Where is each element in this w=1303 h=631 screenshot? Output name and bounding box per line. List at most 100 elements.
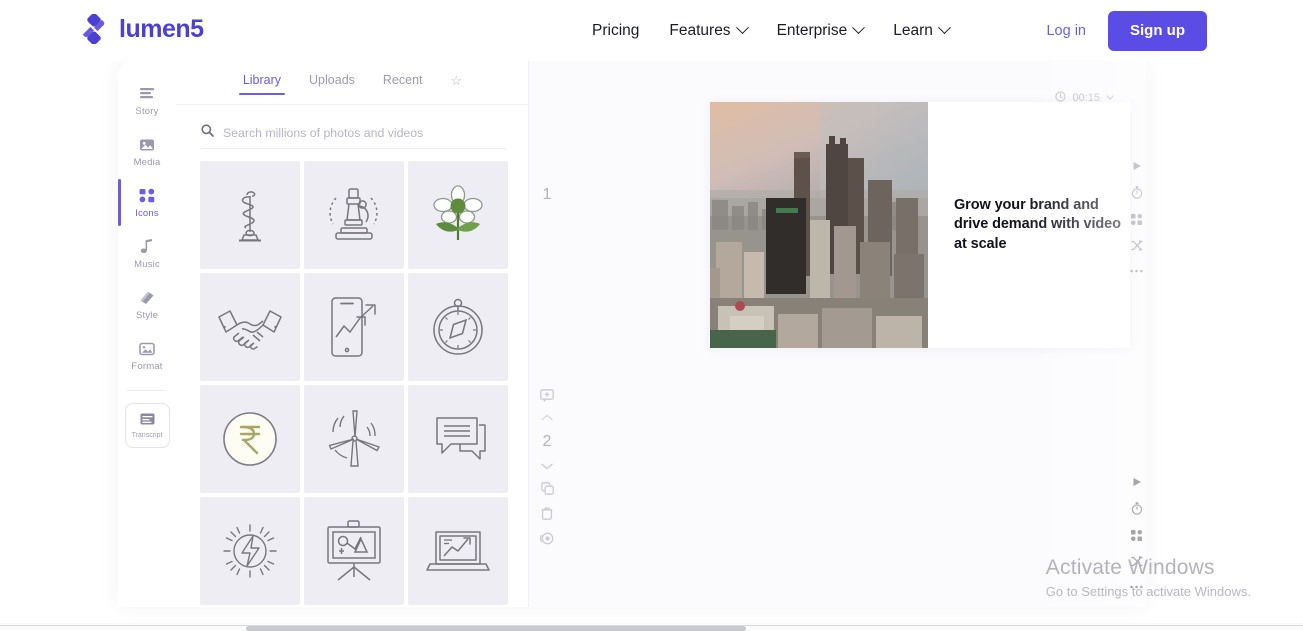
library-search-row (201, 117, 506, 149)
scene-1-preview-button[interactable]: Preview (1130, 160, 1146, 172)
swap-design-icon (1130, 529, 1143, 541)
icon-tile-chat-bubbles[interactable] (408, 385, 508, 493)
sidebar-item-style[interactable]: Style (118, 279, 176, 330)
sidebar-label-style: Style (135, 309, 159, 321)
signup-button[interactable]: Sign up (1108, 10, 1207, 51)
transcript-label: Transcript (131, 432, 163, 439)
sidebar-item-media[interactable]: Media (118, 126, 176, 177)
microscope-icon (321, 184, 387, 246)
scene-1-card[interactable]: Grow your brand and drive demand with vi… (710, 102, 1130, 348)
wind-turbine-icon (322, 407, 386, 471)
icon-results-grid (200, 161, 508, 607)
windows-activation-watermark: Activate Windows Go to Settings to activ… (1046, 556, 1251, 599)
chevron-up-icon[interactable] (541, 414, 553, 421)
duplicate-icon[interactable] (540, 482, 554, 495)
laptop-chart-icon (424, 524, 492, 578)
chevron-down-icon[interactable] (541, 463, 553, 470)
phone-growth-chart-icon (323, 295, 385, 359)
sidebar-label-music: Music (134, 258, 160, 270)
media-icon (138, 136, 156, 154)
rail-divider (127, 390, 167, 391)
nav-item-pricing[interactable]: Pricing (592, 22, 639, 40)
scene-2-gutter: 2 (533, 389, 561, 545)
scene-1-gutter: 1 (533, 186, 561, 204)
nav-label-learn: Learn (893, 21, 933, 39)
icons-icon (138, 187, 156, 205)
site-header: lumen5 Pricing Features Enterprise Learn… (0, 0, 1303, 61)
music-icon (138, 238, 156, 256)
scene-2-preview-button[interactable]: Preview (1130, 476, 1146, 488)
chat-bubbles-icon (425, 412, 491, 466)
icon-tile-solar-energy[interactable] (200, 497, 300, 605)
sidebar-item-format[interactable]: Format (118, 330, 176, 381)
app-screenshot-panel: Story Media Icons Music Style Format Tra… (118, 61, 1146, 607)
scene-1-shuffle-colors-button[interactable]: Shuffle Colors (1130, 239, 1146, 251)
stopwatch-icon (1130, 502, 1143, 515)
nav-item-learn[interactable]: Learn (893, 21, 951, 40)
editor-canvas: 00:15 1 Grow your brand and drive demand… (529, 61, 1146, 607)
icon-tile-phone-growth-chart[interactable] (304, 273, 404, 381)
sidebar-item-icons[interactable]: Icons (118, 177, 176, 228)
scene-1: 1 Grow your brand and drive demand with … (529, 61, 1146, 361)
record-voiceover-icon[interactable] (540, 532, 554, 545)
sidebar-label-format: Format (131, 360, 163, 372)
tab-recent[interactable]: Recent (383, 73, 423, 95)
search-icon (201, 123, 214, 142)
chevron-down-icon (735, 21, 749, 35)
icon-tile-flower[interactable] (408, 161, 508, 269)
shuffle-icon (1130, 239, 1143, 251)
brand-name: lumen5 (119, 14, 204, 43)
watermark-title: Activate Windows (1045, 556, 1215, 579)
icon-tile-rupee-coin[interactable] (200, 385, 300, 493)
sidebar-label-media: Media (133, 156, 161, 168)
page-root: lumen5 Pricing Features Enterprise Learn… (0, 0, 1303, 631)
icon-tile-caduceus[interactable] (200, 161, 300, 269)
tabs-divider (176, 104, 529, 105)
flower-icon (427, 184, 489, 246)
format-icon (138, 340, 156, 358)
city-skyline-photo (710, 102, 928, 348)
nav-label-enterprise: Enterprise (776, 21, 848, 39)
rupee-coin-icon (219, 408, 281, 470)
play-icon (1130, 161, 1143, 171)
handshake-icon (215, 301, 285, 353)
login-link[interactable]: Log in (1046, 23, 1086, 39)
icon-tile-handshake[interactable] (200, 273, 300, 381)
icon-tile-presentation-board[interactable] (304, 497, 404, 605)
nav-item-enterprise[interactable]: Enterprise (776, 21, 866, 40)
presentation-board-icon (322, 518, 386, 584)
icon-tile-laptop-chart[interactable] (408, 497, 508, 605)
swap-design-icon (1130, 213, 1143, 225)
scene-1-caption: Grow your brand and drive demand with vi… (928, 102, 1130, 348)
transcript-button[interactable]: Transcript (124, 403, 170, 448)
lumen5-logo-icon (79, 13, 109, 45)
icon-tile-wind-turbine[interactable] (304, 385, 404, 493)
watermark-subtitle: Go to Settings to activate Windows. (1045, 584, 1251, 599)
sidebar-item-music[interactable]: Music (118, 228, 176, 279)
star-icon[interactable]: ☆ (451, 73, 463, 97)
sidebar-item-story[interactable]: Story (118, 75, 176, 126)
brand-logo[interactable]: lumen5 (79, 13, 204, 45)
account-actions: Log in Sign up (1046, 0, 1207, 61)
scene-1-swap-design-button[interactable]: Swap Design (1130, 213, 1146, 225)
tab-library[interactable]: Library (238, 73, 286, 95)
scene-1-more-options-button[interactable]: More options (1130, 265, 1146, 277)
add-scene-icon[interactable] (540, 389, 554, 402)
icon-tile-compass[interactable] (408, 273, 508, 381)
compass-icon (427, 294, 489, 360)
editor-tool-rail: Story Media Icons Music Style Format Tra… (118, 61, 176, 607)
sidebar-label-story: Story (135, 105, 159, 117)
icon-tile-microscope[interactable] (304, 161, 404, 269)
chevron-down-icon (938, 21, 951, 35)
scene-1-number: 1 (542, 186, 552, 203)
caduceus-icon (221, 184, 279, 246)
search-input[interactable] (223, 125, 498, 140)
nav-item-features[interactable]: Features (669, 21, 749, 40)
horizontal-scrollbar[interactable] (246, 626, 746, 631)
scene-2-swap-design-button[interactable]: Swap Design (1130, 529, 1146, 541)
trash-icon[interactable] (541, 507, 553, 520)
transcript-icon (140, 412, 155, 430)
play-icon (1130, 477, 1143, 487)
tab-uploads[interactable]: Uploads (309, 73, 355, 95)
scene-1-duration-stepper: - 3s + (1130, 186, 1146, 199)
